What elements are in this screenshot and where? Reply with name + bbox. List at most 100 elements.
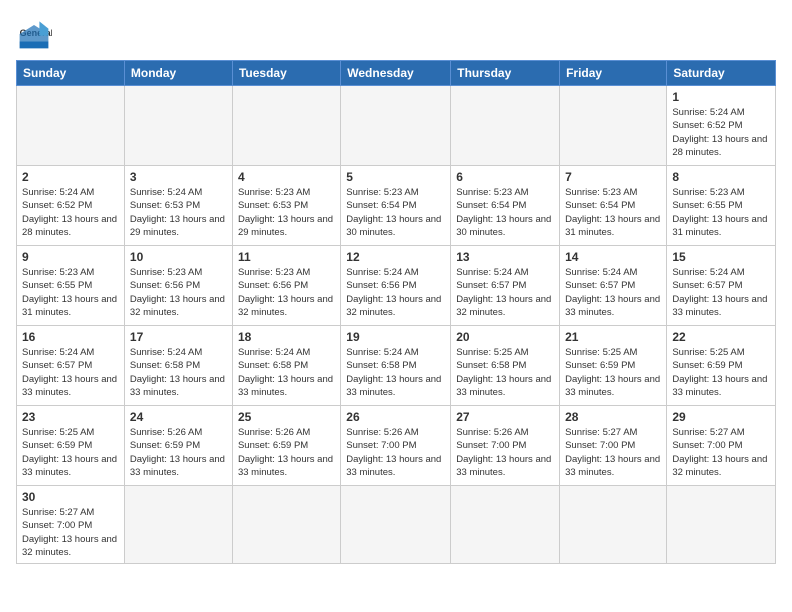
day-sun-info: Sunrise: 5:24 AM Sunset: 6:58 PM Dayligh… (238, 346, 335, 399)
day-number: 22 (672, 330, 770, 344)
calendar-cell: 10 Sunrise: 5:23 AM Sunset: 6:56 PM Dayli… (124, 246, 232, 326)
calendar-cell: 13 Sunrise: 5:24 AM Sunset: 6:57 PM Dayli… (451, 246, 560, 326)
day-number: 10 (130, 250, 227, 264)
weekday-header-friday: Friday (560, 61, 667, 86)
calendar-cell: 9Sunrise: 5:23 AM Sunset: 6:55 PM Daylig… (17, 246, 125, 326)
day-number: 16 (22, 330, 119, 344)
day-sun-info: Sunrise: 5:24 AM Sunset: 6:53 PM Dayligh… (130, 186, 227, 239)
day-number: 23 (22, 410, 119, 424)
day-number: 18 (238, 330, 335, 344)
day-sun-info: Sunrise: 5:23 AM Sunset: 6:54 PM Dayligh… (456, 186, 554, 239)
day-sun-info: Sunrise: 5:23 AM Sunset: 6:56 PM Dayligh… (130, 266, 227, 319)
calendar-cell (451, 86, 560, 166)
calendar-cell: 21 Sunrise: 5:25 AM Sunset: 6:59 PM Dayli… (560, 326, 667, 406)
calendar-table: SundayMondayTuesdayWednesdayThursdayFrid… (16, 60, 776, 564)
day-number: 29 (672, 410, 770, 424)
calendar-cell (124, 486, 232, 564)
day-number: 26 (346, 410, 445, 424)
logo: General (16, 16, 58, 52)
day-number: 2 (22, 170, 119, 184)
day-sun-info: Sunrise: 5:24 AM Sunset: 6:58 PM Dayligh… (346, 346, 445, 399)
day-sun-info: Sunrise: 5:23 AM Sunset: 6:55 PM Dayligh… (672, 186, 770, 239)
day-sun-info: Sunrise: 5:24 AM Sunset: 6:57 PM Dayligh… (565, 266, 661, 319)
day-sun-info: Sunrise: 5:24 AM Sunset: 6:56 PM Dayligh… (346, 266, 445, 319)
calendar-cell (124, 86, 232, 166)
calendar-cell: 14 Sunrise: 5:24 AM Sunset: 6:57 PM Dayli… (560, 246, 667, 326)
day-sun-info: Sunrise: 5:25 AM Sunset: 6:59 PM Dayligh… (22, 426, 119, 479)
day-number: 30 (22, 490, 119, 504)
week-row-1: 1Sunrise: 5:24 AM Sunset: 6:52 PM Daylig… (17, 86, 776, 166)
calendar-cell: 23 Sunrise: 5:25 AM Sunset: 6:59 PM Dayli… (17, 406, 125, 486)
day-sun-info: Sunrise: 5:24 AM Sunset: 6:57 PM Dayligh… (672, 266, 770, 319)
page-header: General (16, 16, 776, 52)
calendar-cell: 18 Sunrise: 5:24 AM Sunset: 6:58 PM Dayli… (232, 326, 340, 406)
day-number: 4 (238, 170, 335, 184)
day-sun-info: Sunrise: 5:23 AM Sunset: 6:53 PM Dayligh… (238, 186, 335, 239)
day-number: 9 (22, 250, 119, 264)
weekday-header-saturday: Saturday (667, 61, 776, 86)
day-sun-info: Sunrise: 5:26 AM Sunset: 6:59 PM Dayligh… (238, 426, 335, 479)
day-sun-info: Sunrise: 5:23 AM Sunset: 6:54 PM Dayligh… (346, 186, 445, 239)
calendar-cell: 11Sunrise: 5:23 AM Sunset: 6:56 PM Dayli… (232, 246, 340, 326)
calendar-cell (17, 86, 125, 166)
week-row-6: 30 Sunrise: 5:27 AM Sunset: 7:00 PM Dayli… (17, 486, 776, 564)
day-sun-info: Sunrise: 5:24 AM Sunset: 6:58 PM Dayligh… (130, 346, 227, 399)
day-sun-info: Sunrise: 5:27 AM Sunset: 7:00 PM Dayligh… (672, 426, 770, 479)
day-sun-info: Sunrise: 5:25 AM Sunset: 6:58 PM Dayligh… (456, 346, 554, 399)
day-number: 8 (672, 170, 770, 184)
calendar-cell: 29 Sunrise: 5:27 AM Sunset: 7:00 PM Dayli… (667, 406, 776, 486)
calendar-header-row: SundayMondayTuesdayWednesdayThursdayFrid… (17, 61, 776, 86)
calendar-cell (341, 86, 451, 166)
weekday-header-sunday: Sunday (17, 61, 125, 86)
calendar-cell: 3 Sunrise: 5:24 AM Sunset: 6:53 PM Daylig… (124, 166, 232, 246)
calendar-cell (667, 486, 776, 564)
week-row-2: 2Sunrise: 5:24 AM Sunset: 6:52 PM Daylig… (17, 166, 776, 246)
week-row-5: 23 Sunrise: 5:25 AM Sunset: 6:59 PM Dayli… (17, 406, 776, 486)
day-number: 28 (565, 410, 661, 424)
calendar-cell: 24Sunrise: 5:26 AM Sunset: 6:59 PM Dayli… (124, 406, 232, 486)
day-number: 25 (238, 410, 335, 424)
calendar-cell: 8 Sunrise: 5:23 AM Sunset: 6:55 PM Daylig… (667, 166, 776, 246)
calendar-cell: 17Sunrise: 5:24 AM Sunset: 6:58 PM Dayli… (124, 326, 232, 406)
calendar-cell: 19 Sunrise: 5:24 AM Sunset: 6:58 PM Dayli… (341, 326, 451, 406)
weekday-header-thursday: Thursday (451, 61, 560, 86)
day-sun-info: Sunrise: 5:25 AM Sunset: 6:59 PM Dayligh… (565, 346, 661, 399)
calendar-cell (232, 486, 340, 564)
day-sun-info: Sunrise: 5:24 AM Sunset: 6:57 PM Dayligh… (456, 266, 554, 319)
calendar-cell: 30 Sunrise: 5:27 AM Sunset: 7:00 PM Dayli… (17, 486, 125, 564)
day-number: 19 (346, 330, 445, 344)
day-sun-info: Sunrise: 5:26 AM Sunset: 6:59 PM Dayligh… (130, 426, 227, 479)
calendar-cell: 28 Sunrise: 5:27 AM Sunset: 7:00 PM Dayli… (560, 406, 667, 486)
day-number: 21 (565, 330, 661, 344)
day-number: 3 (130, 170, 227, 184)
weekday-header-tuesday: Tuesday (232, 61, 340, 86)
calendar-cell: 22Sunrise: 5:25 AM Sunset: 6:59 PM Dayli… (667, 326, 776, 406)
day-number: 13 (456, 250, 554, 264)
day-sun-info: Sunrise: 5:27 AM Sunset: 7:00 PM Dayligh… (565, 426, 661, 479)
calendar-cell: 25 Sunrise: 5:26 AM Sunset: 6:59 PM Dayli… (232, 406, 340, 486)
day-number: 5 (346, 170, 445, 184)
calendar-cell: 7Sunrise: 5:23 AM Sunset: 6:54 PM Daylig… (560, 166, 667, 246)
calendar-cell: 16Sunrise: 5:24 AM Sunset: 6:57 PM Dayli… (17, 326, 125, 406)
calendar-cell: 1Sunrise: 5:24 AM Sunset: 6:52 PM Daylig… (667, 86, 776, 166)
day-number: 14 (565, 250, 661, 264)
calendar-cell: 27Sunrise: 5:26 AM Sunset: 7:00 PM Dayli… (451, 406, 560, 486)
calendar-cell: 2Sunrise: 5:24 AM Sunset: 6:52 PM Daylig… (17, 166, 125, 246)
calendar-cell (560, 86, 667, 166)
calendar-cell (451, 486, 560, 564)
calendar-cell: 20 Sunrise: 5:25 AM Sunset: 6:58 PM Dayli… (451, 326, 560, 406)
calendar-cell (341, 486, 451, 564)
calendar-cell (560, 486, 667, 564)
weekday-header-wednesday: Wednesday (341, 61, 451, 86)
day-sun-info: Sunrise: 5:27 AM Sunset: 7:00 PM Dayligh… (22, 506, 119, 559)
calendar-cell: 5 Sunrise: 5:23 AM Sunset: 6:54 PM Daylig… (341, 166, 451, 246)
calendar-cell: 12 Sunrise: 5:24 AM Sunset: 6:56 PM Dayli… (341, 246, 451, 326)
day-number: 20 (456, 330, 554, 344)
week-row-4: 16Sunrise: 5:24 AM Sunset: 6:57 PM Dayli… (17, 326, 776, 406)
day-sun-info: Sunrise: 5:23 AM Sunset: 6:56 PM Dayligh… (238, 266, 335, 319)
general-blue-logo-icon: General (16, 16, 52, 52)
day-number: 1 (672, 90, 770, 104)
day-number: 7 (565, 170, 661, 184)
day-number: 12 (346, 250, 445, 264)
calendar-cell: 15Sunrise: 5:24 AM Sunset: 6:57 PM Dayli… (667, 246, 776, 326)
